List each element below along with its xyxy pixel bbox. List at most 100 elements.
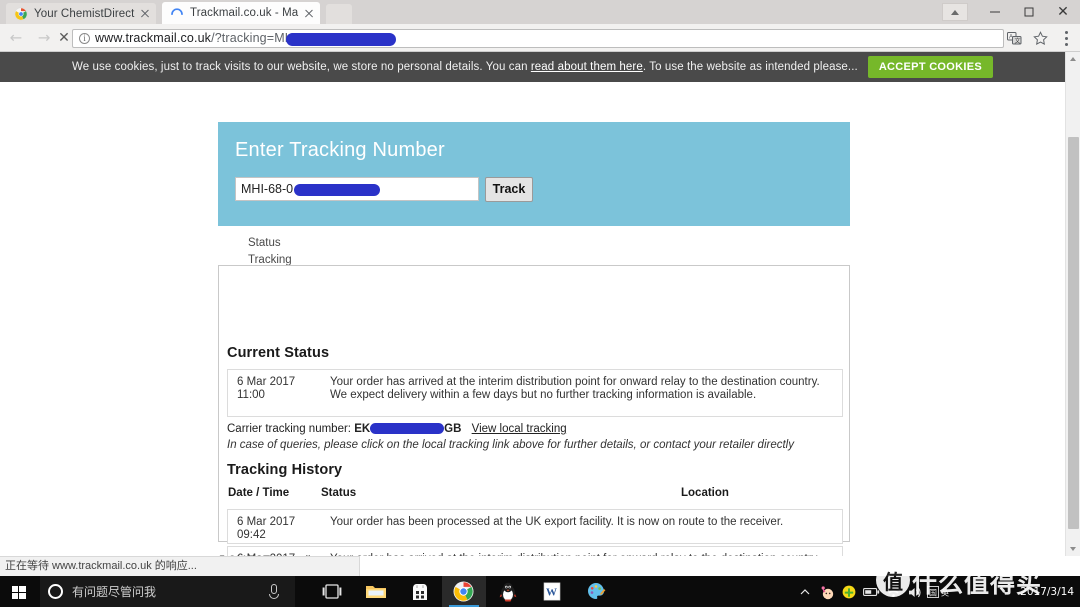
svg-text:国: 国 bbox=[929, 588, 937, 597]
windows-logo-icon bbox=[12, 586, 26, 599]
carrier-number-end: GB bbox=[444, 423, 462, 435]
qq-pet-tray-icon[interactable] bbox=[816, 576, 838, 607]
chrome-icon[interactable] bbox=[442, 576, 486, 607]
scroll-up-arrow-icon[interactable] bbox=[1066, 52, 1080, 67]
close-window-button[interactable]: ✕ bbox=[1046, 0, 1080, 24]
close-icon[interactable] bbox=[138, 7, 152, 21]
translate-icon[interactable]: A 文 bbox=[1002, 29, 1028, 48]
show-hidden-icons-chevron[interactable] bbox=[794, 576, 816, 607]
chemistdirect-logo-icon bbox=[14, 6, 28, 21]
history-row-status: Your order has arrived at the interim di… bbox=[330, 553, 825, 556]
minimize-button[interactable] bbox=[978, 0, 1012, 24]
carrier-tracking-number: Carrier tracking number: EK GB View local… bbox=[227, 423, 567, 435]
system-tray: 国 英 bbox=[794, 576, 956, 607]
queries-note: In case of queries, please click on the … bbox=[227, 439, 794, 451]
column-header-date: Date / Time bbox=[228, 487, 290, 499]
omnibox-icons: A 文 bbox=[1002, 29, 1054, 48]
browser-tab-title: Your ChemistDirect.co bbox=[34, 7, 135, 20]
url-text: www.trackmail.co.uk/?tracking=MHI-68-0 bbox=[95, 31, 999, 46]
clock-date: 2017/3/14 bbox=[1020, 585, 1074, 598]
history-row-datetime: 6 Mar 2017 09:42 bbox=[237, 516, 295, 542]
window-controls: ✕ bbox=[978, 0, 1080, 24]
history-table-header: Date / Time Status Location bbox=[227, 487, 843, 504]
current-status-time: 11:00 bbox=[237, 389, 265, 401]
current-status-heading: Current Status bbox=[227, 345, 330, 361]
url-domain: www.trackmail.co.uk bbox=[95, 31, 212, 46]
taskbar-clock[interactable]: 2017/3/14 bbox=[1020, 576, 1074, 607]
track-button[interactable]: Track bbox=[485, 177, 533, 202]
security-shield-tray-icon[interactable] bbox=[838, 576, 860, 607]
cortana-icon bbox=[48, 584, 63, 599]
qq-icon[interactable] bbox=[486, 576, 530, 607]
star-icon[interactable] bbox=[1028, 29, 1054, 48]
history-row-status: Your order has been processed at the UK … bbox=[330, 516, 784, 528]
tracking-number-input[interactable]: MHI-68-0 bbox=[235, 177, 479, 201]
svg-text:文: 文 bbox=[1015, 37, 1021, 45]
current-status-datetime: 6 Mar 2017 11:00 bbox=[237, 376, 295, 402]
table-row: 6 Mar 2017 09:42 Your order has been pro… bbox=[227, 509, 843, 544]
paint-icon[interactable] bbox=[574, 576, 618, 607]
redaction-mark bbox=[370, 423, 445, 435]
ime-language-icon[interactable]: 国 英 bbox=[926, 576, 956, 607]
redaction-mark bbox=[285, 32, 396, 46]
microsoft-store-icon[interactable] bbox=[398, 576, 442, 607]
cookie-text-before: We use cookies, just to track visits to … bbox=[71, 61, 528, 73]
address-bar[interactable]: www.trackmail.co.uk/?tracking=MHI-68-0 bbox=[72, 29, 1004, 48]
tracking-results-card: Current Status 6 Mar 2017 11:00 Your ord… bbox=[218, 265, 850, 556]
vertical-scrollbar[interactable] bbox=[1065, 52, 1080, 556]
current-status-date: 6 Mar 2017 bbox=[237, 376, 296, 388]
windows-taskbar: 有问题尽管问我 W 国 英 2017/3/14 bbox=[0, 576, 1080, 607]
table-row: 6 Mar 2017 11:00 Your order has arrived … bbox=[227, 546, 843, 556]
cookie-message: We use cookies, just to track visits to … bbox=[72, 61, 858, 73]
column-header-status: Status bbox=[321, 487, 357, 499]
cortana-placeholder: 有问题尽管问我 bbox=[72, 585, 157, 599]
wifi-icon[interactable] bbox=[882, 576, 904, 607]
cortana-search-box[interactable]: 有问题尽管问我 bbox=[40, 576, 295, 607]
tracking-history-heading: Tracking History bbox=[227, 462, 343, 478]
kebab-menu-icon[interactable] bbox=[1056, 27, 1076, 49]
carrier-label: Carrier tracking number: bbox=[227, 423, 351, 435]
tab-overflow-caret-icon[interactable] bbox=[942, 3, 968, 21]
page-info-icon[interactable] bbox=[79, 33, 90, 44]
carrier-number-start: EK bbox=[354, 423, 371, 435]
task-view-icon[interactable] bbox=[310, 576, 354, 607]
cookie-text-after: . To use the website as intended please.… bbox=[642, 61, 858, 73]
new-tab-button[interactable] bbox=[326, 4, 352, 24]
view-local-tracking-link[interactable]: View local tracking bbox=[472, 423, 567, 435]
word-icon[interactable]: W bbox=[530, 576, 574, 607]
accept-cookies-button[interactable]: ACCEPT COOKIES bbox=[867, 56, 994, 78]
svg-text:W: W bbox=[546, 586, 557, 598]
history-row-date: 6 Mar 2017 bbox=[237, 516, 296, 528]
tracking-input-value: MHI-68-0 bbox=[241, 182, 294, 196]
back-arrow-icon[interactable]: ← bbox=[2, 24, 30, 52]
browser-window: Your ChemistDirect.co Trackmail.co.uk - … bbox=[0, 0, 1080, 607]
current-status-box: 6 Mar 2017 11:00 Your order has arrived … bbox=[227, 369, 843, 417]
page-title: Enter Tracking Number bbox=[235, 139, 445, 161]
start-button[interactable] bbox=[0, 576, 40, 607]
browser-tab-title: Trackmail.co.uk - Mail bbox=[190, 7, 299, 19]
browser-tab-chemistdirect[interactable]: Your ChemistDirect.co bbox=[6, 3, 156, 24]
column-header-location: Location bbox=[681, 487, 729, 499]
history-row-time: 09:42 bbox=[237, 529, 266, 541]
close-icon[interactable] bbox=[302, 6, 316, 20]
status-tracking-labels: Status Tracking bbox=[248, 235, 292, 269]
page-status-bubble: 正在等待 www.trackmail.co.uk 的响应... bbox=[0, 556, 360, 576]
redaction-mark bbox=[294, 183, 381, 196]
svg-text:英: 英 bbox=[941, 587, 949, 597]
battery-icon[interactable] bbox=[860, 576, 882, 607]
scroll-down-arrow-icon[interactable] bbox=[1066, 541, 1080, 556]
label-status[interactable]: Status bbox=[248, 235, 292, 252]
scrollbar-thumb[interactable] bbox=[1068, 137, 1079, 529]
tracking-search-panel: Enter Tracking Number MHI-68-0 Track bbox=[218, 122, 850, 226]
cookie-consent-bar: We use cookies, just to track visits to … bbox=[0, 52, 1065, 82]
current-status-message: Your order has arrived at the interim di… bbox=[330, 376, 820, 402]
volume-icon[interactable] bbox=[904, 576, 926, 607]
maximize-button[interactable] bbox=[1012, 0, 1046, 24]
tab-strip: Your ChemistDirect.co Trackmail.co.uk - … bbox=[0, 0, 1080, 24]
page-viewport: We use cookies, just to track visits to … bbox=[0, 52, 1080, 556]
file-explorer-icon[interactable] bbox=[354, 576, 398, 607]
browser-tab-trackmail[interactable]: Trackmail.co.uk - Mail bbox=[162, 2, 320, 24]
cookie-policy-link[interactable]: read about them here bbox=[531, 61, 643, 73]
microphone-icon[interactable] bbox=[269, 584, 279, 599]
loading-spinner-icon bbox=[170, 6, 184, 20]
